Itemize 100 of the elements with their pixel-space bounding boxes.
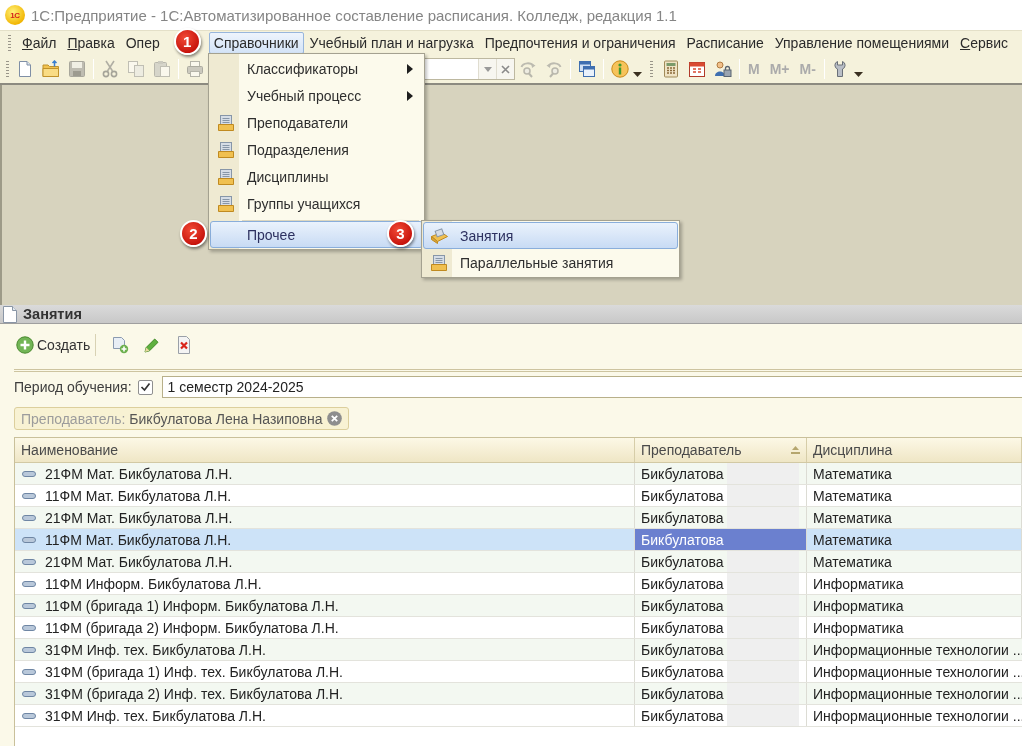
catalog-icon [216, 194, 235, 213]
table-cell: Математика [807, 529, 1022, 550]
blurred-patch [727, 485, 799, 506]
menu-item[interactable]: Преподаватели [210, 109, 423, 136]
blurred-patch [727, 617, 799, 638]
user-lock-icon[interactable] [714, 60, 732, 78]
column-header[interactable]: Наименование [15, 438, 635, 462]
menu-item[interactable]: Дисциплины [210, 163, 423, 190]
table-cell: 11ФМ Мат. Бикбулатова Л.Н. [15, 485, 635, 506]
menu-item[interactable]: Файл [17, 32, 62, 54]
menu-item[interactable]: Справочники [208, 32, 304, 54]
catalog-icon [216, 113, 235, 132]
table-row[interactable]: 11ФМ Мат. Бикбулатова Л.Н. Бикбулатова Математика [15, 529, 1022, 551]
clear-icon[interactable] [501, 64, 510, 74]
submenu-arrow-icon [407, 90, 413, 101]
plus-circle-icon [16, 335, 34, 354]
search-field[interactable] [422, 58, 515, 80]
column-header[interactable]: Преподаватель [635, 438, 807, 462]
table-cell: 31ФМ Инф. тех. Бикбулатова Л.Н. [15, 705, 635, 726]
menu-item[interactable]: Правка [62, 32, 120, 54]
item-icon [22, 690, 36, 697]
blurred-patch [727, 463, 799, 484]
period-label: Период обучения: [14, 379, 132, 395]
panel-title: Занятия [23, 306, 82, 322]
table-row[interactable]: 11ФМ Мат. Бикбулатова Л.Н. Бикбулатова Математика [15, 485, 1022, 507]
item-icon [22, 558, 36, 565]
menu-item[interactable]: Предпочтения и ограничения [479, 32, 681, 54]
blurred-patch [727, 661, 799, 682]
blurred-patch [727, 507, 799, 528]
blurred-patch [727, 639, 799, 660]
blurred-patch [727, 573, 799, 594]
document-icon [3, 305, 17, 323]
caret-icon[interactable] [853, 71, 863, 77]
table-row[interactable]: 21ФМ Мат. Бикбулатова Л.Н. Бикбулатова Математика [15, 551, 1022, 573]
menu-item[interactable]: Расписание [681, 32, 769, 54]
menu-item[interactable]: Параллельные занятия [423, 249, 678, 276]
table-cell: 21ФМ Мат. Бикбулатова Л.Н. [15, 463, 635, 484]
table-cell: Бикбулатова [635, 639, 807, 660]
menu-item[interactable]: Учебный план и нагрузка [304, 32, 479, 54]
period-field[interactable]: 1 семестр 2024-2025 [161, 376, 1022, 398]
caret-icon[interactable] [633, 71, 642, 77]
table-cell: Бикбулатова [635, 683, 807, 704]
table-row[interactable]: 11ФМ (бригада 2) Информ. Бикбулатова Л.Н. Бикбулатова Информатика [15, 617, 1022, 639]
grip-icon [650, 60, 653, 78]
item-icon [22, 668, 36, 675]
menu-item[interactable]: Подразделения [210, 136, 423, 163]
table-row[interactable]: 11ФМ Информ. Бикбулатова Л.Н. Бикбулатова Информатика [15, 573, 1022, 595]
table-row[interactable]: 21ФМ Мат. Бикбулатова Л.Н. Бикбулатова Математика [15, 463, 1022, 485]
sort-icon [791, 446, 800, 454]
table-cell: 11ФМ Информ. Бикбулатова Л.Н. [15, 573, 635, 594]
table-row[interactable]: 21ФМ Мат. Бикбулатова Л.Н. Бикбулатова Математика [15, 507, 1022, 529]
table-cell: Бикбулатова [635, 595, 807, 616]
app-logo: 1С [5, 5, 25, 25]
dropdown-caret-icon[interactable] [483, 66, 492, 72]
table-cell: 21ФМ Мат. Бикбулатова Л.Н. [15, 507, 635, 528]
item-icon [22, 712, 36, 719]
document-plus-icon[interactable] [111, 335, 130, 354]
step-badge: 1 [173, 28, 201, 55]
menu-item[interactable]: Управление помещениями [769, 32, 954, 54]
menu-item[interactable]: Опер [120, 32, 165, 54]
table-cell: Бикбулатова [635, 705, 807, 726]
item-icon [22, 536, 36, 543]
item-icon [22, 514, 36, 521]
table-cell: Математика [807, 463, 1022, 484]
table-cell: 11ФМ (бригада 1) Информ. Бикбулатова Л.Н. [15, 595, 635, 616]
table-cell: Бикбулатова [635, 463, 807, 484]
open-folder-icon[interactable] [42, 60, 60, 78]
windows-icon[interactable] [578, 60, 596, 78]
grip-icon [6, 60, 9, 78]
table-cell: Бикбулатова [635, 529, 807, 550]
menu-item[interactable]: Классификаторы [210, 55, 423, 82]
menu-item[interactable]: Группы учащихся [210, 190, 423, 217]
table-cell: Бикбулатова [635, 573, 807, 594]
menu-item[interactable]: Учебный процесс [210, 82, 423, 109]
item-icon [22, 602, 36, 609]
table-cell: 31ФМ (бригада 2) Инф. тех. Бикбулатова Л.Н. [15, 683, 635, 704]
column-header[interactable]: Дисциплина [807, 438, 1022, 462]
filter-value: Бикбулатова Лена Назиповна [129, 410, 323, 427]
table-cell: Информатика [807, 595, 1022, 616]
period-checkbox[interactable] [137, 379, 153, 395]
table-row[interactable]: 11ФМ (бригада 1) Информ. Бикбулатова Л.Н. Бикбулатова Информатика [15, 595, 1022, 617]
catalog-icon [216, 167, 235, 186]
create-button[interactable]: Создать [14, 332, 93, 357]
blurred-patch [727, 705, 799, 726]
submenu-arrow-icon [407, 63, 413, 74]
menu-item[interactable]: Сервис [955, 32, 1013, 54]
menu-item[interactable]: Занятия [423, 222, 678, 249]
blurred-patch [727, 551, 799, 572]
table-cell: Бикбулатова [635, 661, 807, 682]
calculator-icon[interactable] [662, 60, 680, 78]
blurred-patch [727, 683, 799, 704]
open-tray-icon [429, 226, 448, 245]
pencil-icon[interactable] [143, 335, 162, 354]
clear-icon[interactable] [326, 411, 342, 426]
new-document-icon[interactable] [16, 60, 34, 78]
catalog-icon [429, 253, 448, 272]
item-icon [22, 646, 36, 653]
calendar-icon[interactable] [688, 60, 706, 78]
table-cell: Бикбулатова [635, 485, 807, 506]
blurred-patch [727, 595, 799, 616]
